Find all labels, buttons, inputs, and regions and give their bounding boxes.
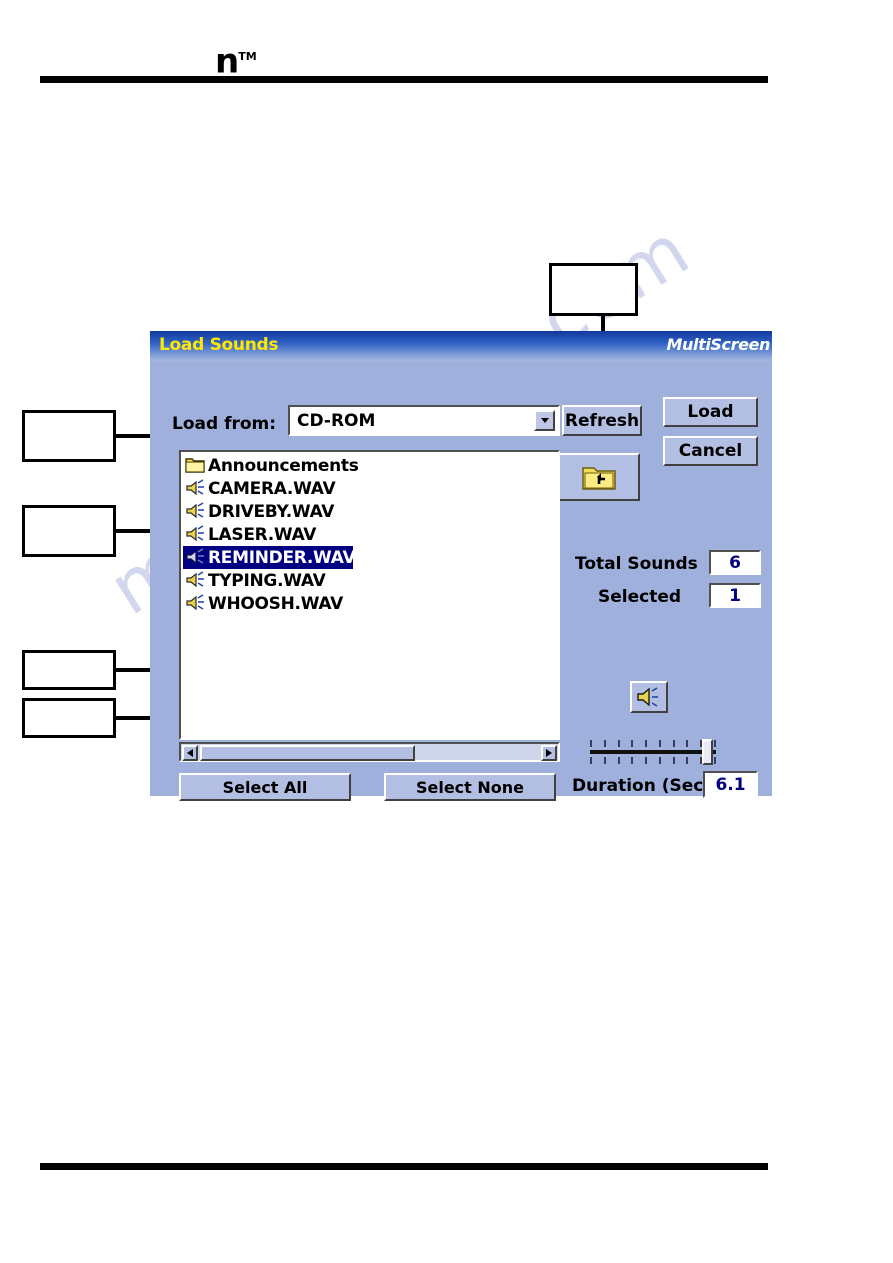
brand-label: MultiScreen — [666, 335, 770, 354]
callout-box-top — [549, 263, 638, 316]
folder-icon — [185, 456, 205, 475]
up-folder-button[interactable] — [558, 453, 640, 501]
chevron-down-icon[interactable] — [534, 410, 555, 431]
list-item[interactable]: LASER.WAV — [183, 523, 558, 546]
refresh-button[interactable]: Refresh — [562, 405, 642, 436]
selected-count-label: Selected — [598, 587, 682, 607]
callout-box-slider — [22, 698, 116, 738]
load-button[interactable]: Load — [663, 397, 758, 427]
total-sounds-label: Total Sounds — [575, 554, 698, 574]
total-sounds-value: 6 — [709, 550, 761, 575]
selected-count-value: 1 — [709, 583, 761, 608]
scroll-right-icon[interactable] — [541, 745, 557, 761]
scroll-left-icon[interactable] — [182, 745, 198, 761]
list-item[interactable]: WHOOSH.WAV — [183, 592, 558, 615]
sound-file-list[interactable]: Announcements CAMERA.WAV DRIVEBY.WAV LAS… — [179, 450, 560, 740]
wave-file-icon — [185, 502, 205, 521]
callout-box-play — [22, 650, 116, 690]
cancel-button[interactable]: Cancel — [663, 436, 758, 466]
scrollbar-thumb[interactable] — [200, 745, 415, 761]
wave-file-icon — [185, 548, 205, 567]
slider-ticks-bottom — [590, 757, 716, 764]
wave-file-icon — [185, 525, 205, 544]
trademark-symbol: TM — [238, 50, 257, 63]
duration-label: Duration (Sec) — [572, 776, 712, 796]
slider-thumb[interactable] — [702, 739, 713, 765]
list-item-label: Announcements — [208, 455, 359, 476]
wave-file-icon — [185, 594, 205, 613]
wave-file-icon — [185, 479, 205, 498]
selected-list-item[interactable]: REMINDER.WAV — [183, 546, 356, 569]
list-item-label: DRIVEBY.WAV — [208, 501, 335, 522]
list-item-label: LASER.WAV — [208, 524, 317, 545]
load-sounds-dialog: Load Sounds MultiScreen Load from: CD-RO… — [150, 331, 772, 801]
company-logo: nTM — [215, 40, 257, 78]
list-item-label: WHOOSH.WAV — [208, 593, 343, 614]
slider-track — [590, 750, 716, 754]
source-dropdown-value: CD-ROM — [297, 411, 376, 431]
list-item[interactable]: DRIVEBY.WAV — [183, 500, 558, 523]
duration-value: 6.1 — [703, 771, 758, 798]
list-item-label: REMINDER.WAV — [208, 547, 356, 568]
header-rule — [40, 76, 768, 83]
sound-file-list-items: Announcements CAMERA.WAV DRIVEBY.WAV LAS… — [181, 452, 558, 615]
footer-rule — [40, 1163, 768, 1170]
select-none-button[interactable]: Select None — [384, 773, 556, 801]
dialog-titlebar: Load Sounds MultiScreen — [150, 331, 772, 361]
source-dropdown[interactable]: CD-ROM — [288, 405, 560, 436]
speaker-icon — [637, 687, 658, 707]
wave-file-icon — [185, 571, 205, 590]
load-from-label: Load from: — [172, 414, 277, 434]
callout-box-folder — [22, 410, 116, 462]
list-item[interactable]: CAMERA.WAV — [183, 477, 558, 500]
list-item[interactable]: TYPING.WAV — [183, 569, 558, 592]
play-button[interactable] — [630, 681, 668, 713]
slider-ticks-top — [590, 740, 716, 747]
select-all-button[interactable]: Select All — [179, 773, 351, 801]
duration-slider[interactable] — [584, 736, 724, 768]
dialog-body: Load from: CD-ROM Refresh Load Cancel An… — [150, 361, 772, 801]
folder-list-item[interactable]: Announcements — [183, 454, 558, 477]
list-item-label: CAMERA.WAV — [208, 478, 336, 499]
list-item-label: TYPING.WAV — [208, 570, 326, 591]
list-horizontal-scrollbar[interactable] — [179, 742, 560, 762]
callout-box-selected — [22, 505, 116, 557]
folder-up-icon — [582, 467, 616, 490]
dialog-title: Load Sounds — [159, 335, 279, 355]
